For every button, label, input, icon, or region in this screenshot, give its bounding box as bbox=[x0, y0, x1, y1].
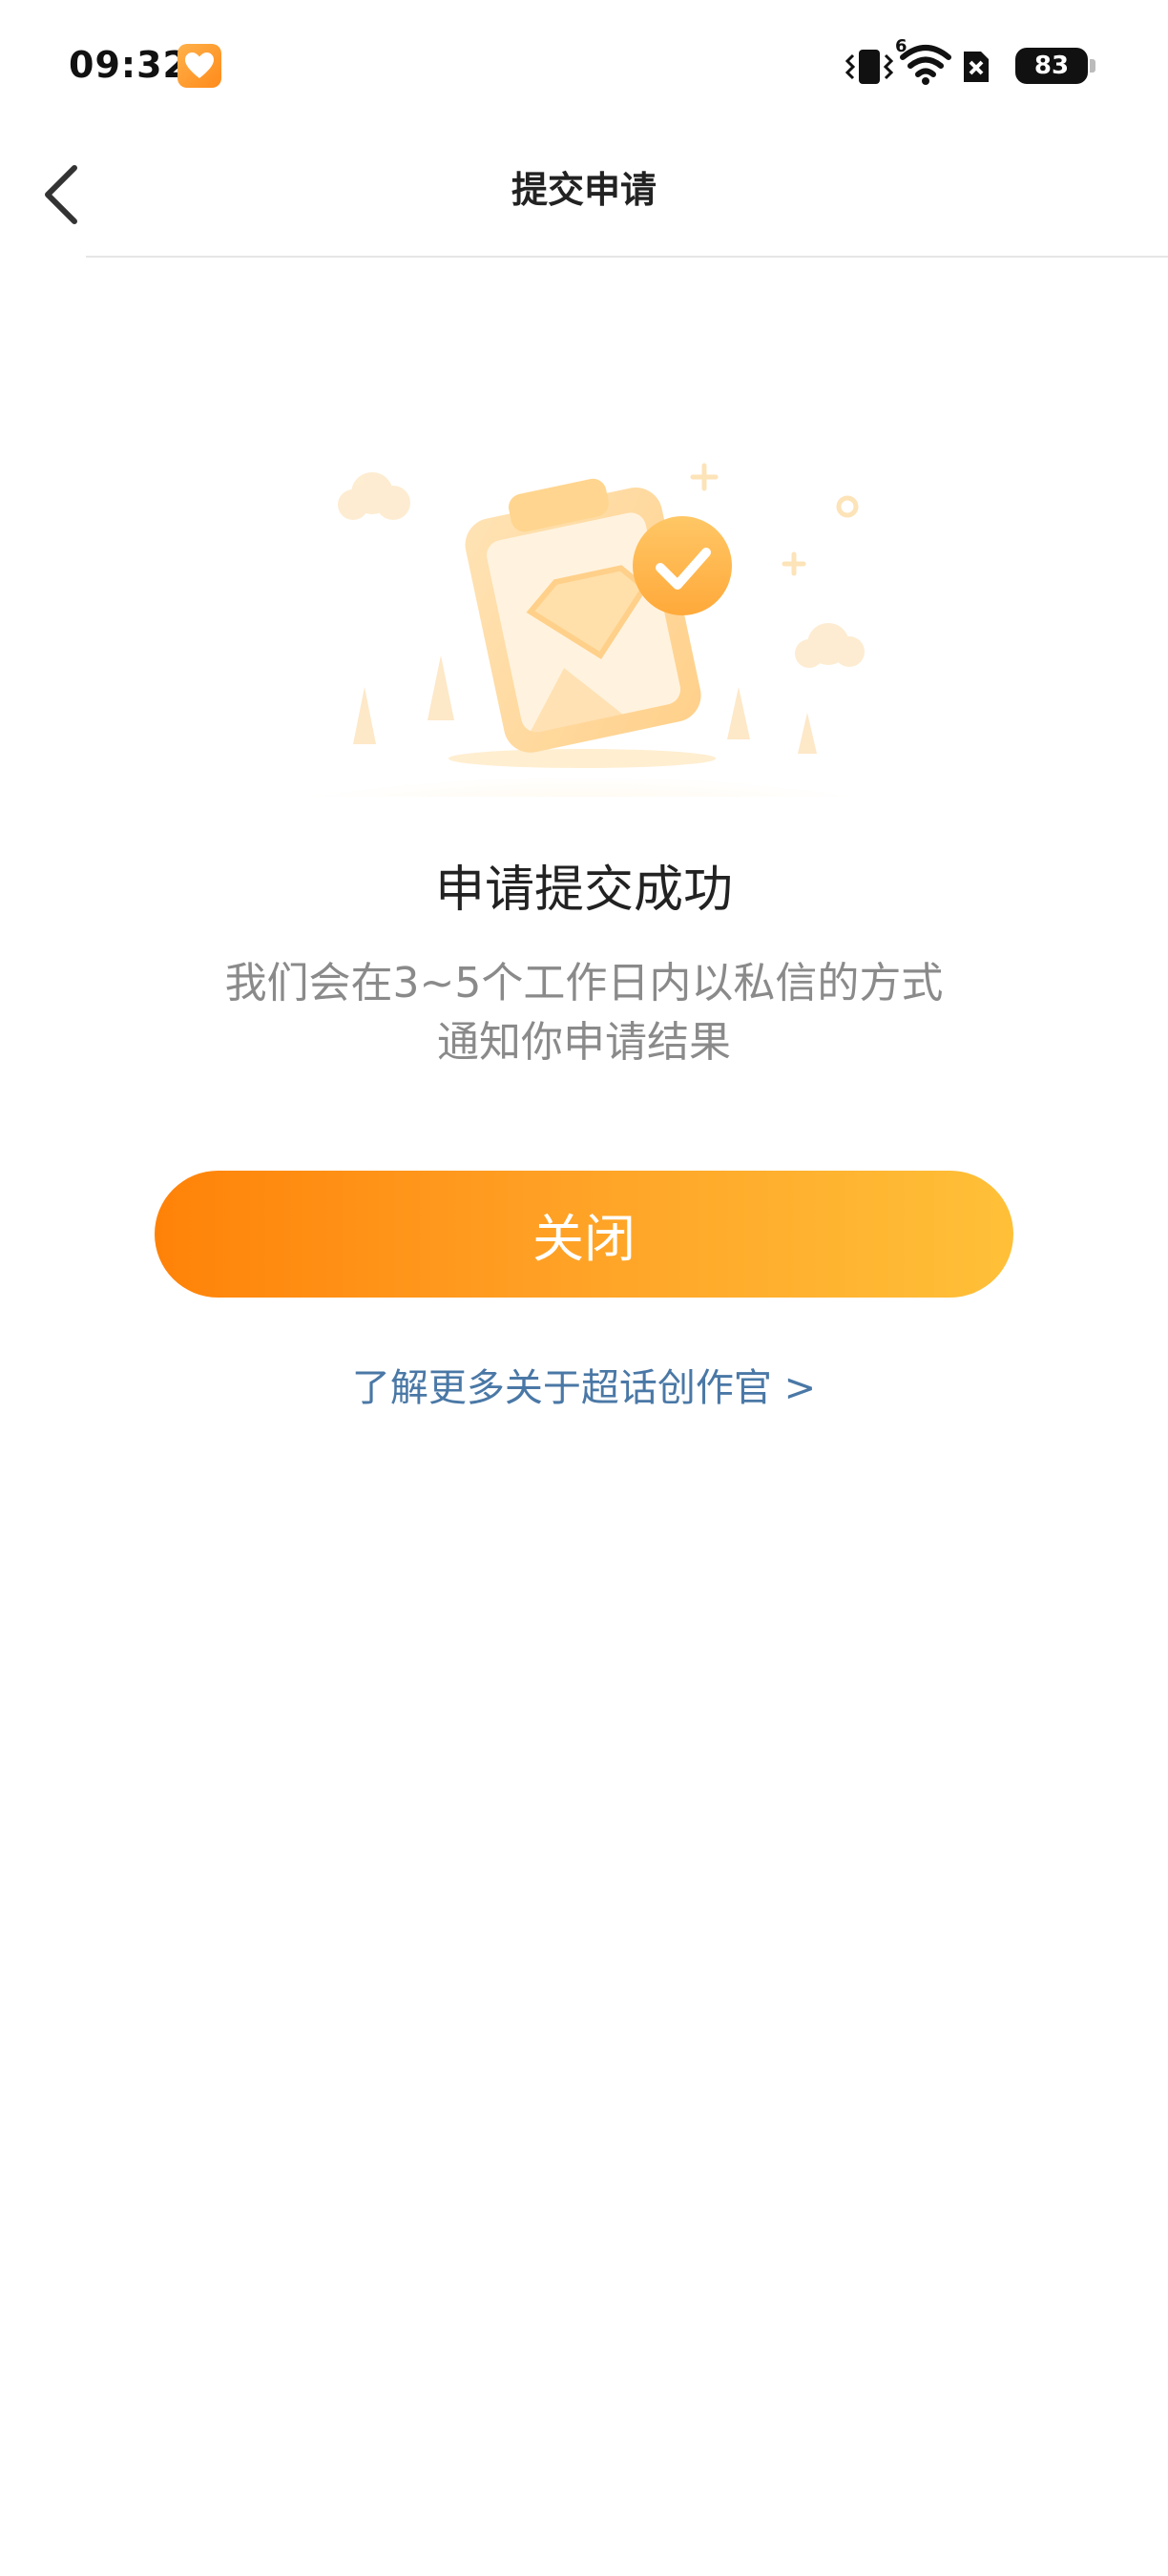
result-description-line-2: 通知你申请结果 bbox=[437, 1018, 731, 1067]
nav-divider bbox=[86, 256, 1168, 258]
page-title: 提交申请 bbox=[511, 169, 657, 211]
status-time: 09:32 bbox=[69, 44, 189, 86]
close-button[interactable]: 关闭 bbox=[155, 1171, 1013, 1298]
battery-tip bbox=[1090, 59, 1095, 73]
result-description-line-1: 我们会在3~5个工作日内以私信的方式 bbox=[224, 959, 944, 1008]
clipboard-check-icon bbox=[239, 463, 926, 797]
wifi-icon bbox=[900, 45, 951, 85]
submit-success-page: 09:32 6 83 提交申请 申请提交成功 我们会在3~5个工作日内以私信的方… bbox=[0, 0, 1168, 2576]
battery-level: 83 bbox=[1033, 52, 1070, 80]
sim-icon bbox=[964, 52, 989, 82]
chevron-left-icon bbox=[45, 165, 77, 224]
back-button[interactable] bbox=[29, 156, 105, 233]
battery-icon: 83 bbox=[1015, 48, 1088, 84]
result-description: 我们会在3~5个工作日内以私信的方式 通知你申请结果 bbox=[191, 954, 977, 1072]
status-bar: 09:32 6 83 bbox=[0, 0, 1168, 134]
vibrate-icon bbox=[845, 50, 894, 84]
learn-more-link[interactable]: 了解更多关于超话创作官 > bbox=[0, 1357, 1168, 1412]
navigation-bar: 提交申请 bbox=[0, 134, 1168, 256]
result-title: 申请提交成功 bbox=[434, 862, 733, 919]
app-heart-icon bbox=[177, 44, 221, 88]
